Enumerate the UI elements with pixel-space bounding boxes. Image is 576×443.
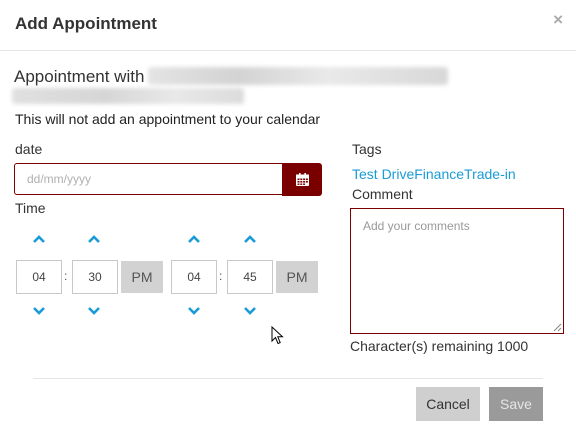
start-hour-field[interactable]: 04 bbox=[16, 260, 62, 294]
end-minute-increment-icon[interactable] bbox=[242, 233, 258, 245]
start-hour-increment-icon[interactable] bbox=[31, 233, 47, 245]
close-icon[interactable]: × bbox=[553, 11, 563, 28]
tag-link[interactable]: Test DriveFinanceTrade-in bbox=[352, 166, 516, 182]
end-time-separator: : bbox=[219, 269, 223, 283]
end-hour-increment-icon[interactable] bbox=[186, 233, 202, 245]
start-minute-decrement-icon[interactable] bbox=[86, 305, 102, 317]
dialog-title: Add Appointment bbox=[15, 14, 157, 33]
time-label: Time bbox=[15, 200, 46, 216]
calendar-notice: This will not add an appointment to your… bbox=[15, 111, 321, 127]
date-input[interactable] bbox=[14, 163, 282, 195]
start-minute-increment-icon[interactable] bbox=[86, 233, 102, 245]
add-appointment-dialog: Add Appointment × Appointment with This … bbox=[0, 0, 576, 443]
comment-label: Comment bbox=[352, 186, 413, 202]
characters-remaining: Character(s) remaining 1000 bbox=[350, 338, 529, 354]
dialog-header: Add Appointment × bbox=[0, 0, 576, 51]
redacted-contact-name-continued bbox=[12, 88, 244, 104]
mouse-pointer-icon bbox=[271, 326, 284, 345]
start-period-toggle[interactable]: PM bbox=[121, 261, 163, 293]
tags-label: Tags bbox=[352, 141, 382, 157]
calendar-icon bbox=[295, 173, 309, 186]
footer-divider bbox=[33, 378, 543, 379]
end-period-toggle[interactable]: PM bbox=[276, 261, 318, 293]
calendar-button[interactable] bbox=[282, 163, 322, 196]
end-hour-field[interactable]: 04 bbox=[171, 260, 217, 294]
save-button[interactable]: Save bbox=[489, 387, 543, 421]
date-label: date bbox=[15, 141, 43, 157]
resize-grip-icon[interactable] bbox=[553, 323, 562, 332]
start-minute-field[interactable]: 30 bbox=[72, 260, 118, 294]
end-minute-field[interactable]: 45 bbox=[227, 260, 273, 294]
redacted-contact-name bbox=[148, 67, 448, 85]
comment-textarea[interactable] bbox=[350, 208, 564, 334]
appointment-with-label: Appointment with bbox=[14, 67, 145, 86]
end-minute-decrement-icon[interactable] bbox=[242, 305, 258, 317]
start-hour-decrement-icon[interactable] bbox=[31, 305, 47, 317]
end-hour-decrement-icon[interactable] bbox=[186, 305, 202, 317]
cancel-button[interactable]: Cancel bbox=[416, 387, 480, 421]
start-time-separator: : bbox=[64, 269, 68, 283]
